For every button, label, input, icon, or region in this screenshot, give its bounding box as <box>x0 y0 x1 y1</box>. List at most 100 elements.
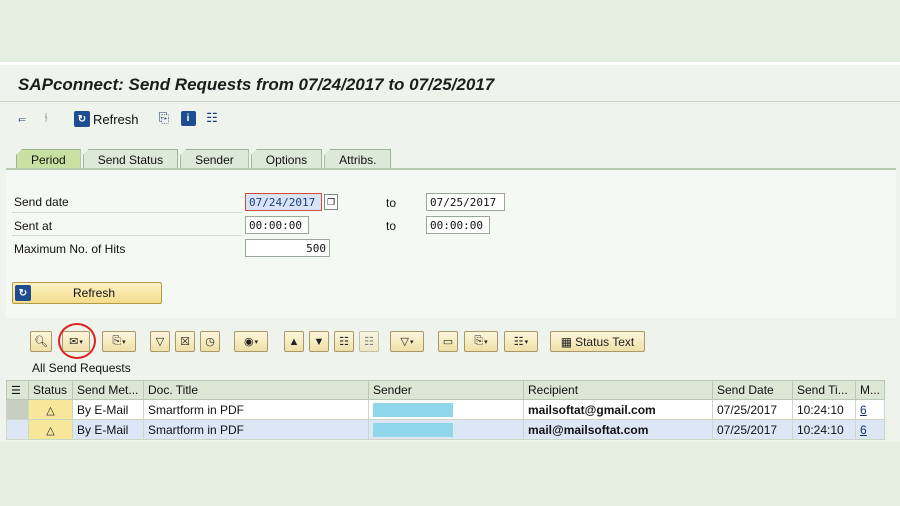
column-header-send-method[interactable]: Send Met... <box>72 380 144 400</box>
sort-descending-button[interactable]: ▼ <box>309 331 329 352</box>
warning-triangle-icon: △ <box>46 404 55 417</box>
to-label: to <box>386 196 397 210</box>
document-button[interactable]: ⎘ ▾ <box>102 331 136 352</box>
m-cell[interactable]: 6 <box>855 399 885 420</box>
tab-strip: Period Send Status Sender Options Attrib… <box>16 149 393 169</box>
doc-title-cell: Smartform in PDF <box>143 419 369 440</box>
collapse-all-icon[interactable]: ⫭ <box>14 110 30 126</box>
dropdown-icon: ▾ <box>254 338 259 346</box>
refresh-list-label: Refresh <box>73 286 116 300</box>
status-text-label: Status Text <box>575 334 635 349</box>
row-divider <box>12 235 242 236</box>
column-header-sender[interactable]: Sender <box>368 380 524 400</box>
find-button[interactable]: ☷ <box>334 331 354 352</box>
trash-icon: ☒ <box>180 336 190 348</box>
status-cell: △ <box>28 399 73 420</box>
copy-icon[interactable]: ⎘ <box>156 110 172 126</box>
select-all-header[interactable]: ☰ <box>6 380 29 400</box>
expand-all-icon[interactable]: ⫮ <box>38 110 54 126</box>
sent-at-from-field[interactable]: 00:00:00 <box>245 216 309 234</box>
set-filter-button[interactable]: ▽ ▾ <box>390 331 424 352</box>
status-cell: △ <box>28 419 73 440</box>
send-method-cell: By E-Mail <box>72 399 144 420</box>
recipient-cell: mail@mailsoftat.com <box>523 419 713 440</box>
max-hits-label: Maximum No. of Hits <box>14 242 126 256</box>
export-icon: ⎘ <box>474 335 484 347</box>
details-button[interactable]: 🔍︎ <box>30 331 52 352</box>
binoculars-icon: ☷ <box>339 336 349 348</box>
send-button[interactable]: ◉ ▾ <box>234 331 268 352</box>
status-text-button[interactable]: ▦ Status Text <box>550 331 645 352</box>
filter-button[interactable]: ▽ <box>150 331 170 352</box>
column-header-send-date[interactable]: Send Date <box>712 380 793 400</box>
sender-cell <box>368 419 524 440</box>
tab-period[interactable]: Period <box>16 149 81 169</box>
sort-ascending-icon: ▲ <box>288 335 300 348</box>
print-preview-icon: ▭ <box>442 336 454 348</box>
layout-button[interactable]: ☷ ▾ <box>504 331 538 352</box>
application-toolbar: ⫭ ⫮ ↻ Refresh ⎘ i ☷ <box>0 104 900 134</box>
layout-icon: ☷ <box>513 336 524 348</box>
sort-descending-icon: ▼ <box>313 335 325 348</box>
page-title: SAPconnect: Send Requests from 07/24/201… <box>18 75 495 94</box>
layout-icon: ☰ <box>11 385 21 397</box>
calendar-help-icon[interactable]: ❐ <box>324 194 338 210</box>
tab-attribs[interactable]: Attribs. <box>324 149 392 169</box>
hierarchy-icon[interactable]: ☷ <box>204 110 220 126</box>
recipient-cell: mailsoftat@gmail.com <box>523 399 713 420</box>
send-time-cell: 10:24:10 <box>792 419 856 440</box>
find-next-button[interactable]: ☷ <box>359 331 379 352</box>
grid-title: All Send Requests <box>32 361 131 375</box>
refresh-list-button[interactable]: ↻ Refresh <box>12 282 162 304</box>
dropdown-icon: ▾ <box>524 338 529 346</box>
refresh-icon: ↻ <box>15 285 31 301</box>
funnel-icon: ▽ <box>400 336 409 348</box>
send-method-cell: By E-Mail <box>72 419 144 440</box>
column-header-recipient[interactable]: Recipient <box>523 380 713 400</box>
refresh-button[interactable]: ↻ Refresh <box>74 109 139 129</box>
redacted-sender <box>373 422 453 437</box>
warning-triangle-icon: △ <box>46 424 55 437</box>
highlight-circle <box>58 323 96 359</box>
max-hits-field[interactable]: 500 <box>245 239 330 257</box>
send-date-label: Send date <box>14 195 69 209</box>
column-header-send-time[interactable]: Send Ti... <box>792 380 856 400</box>
send-date-to-field[interactable]: 07/25/2017 <box>426 193 505 211</box>
send-date-cell: 07/25/2017 <box>712 419 793 440</box>
export-button[interactable]: ⎘ ▾ <box>464 331 498 352</box>
document-icon: ⎘ <box>112 335 122 347</box>
to-label: to <box>386 219 397 233</box>
delete-button[interactable]: ☒ <box>175 331 195 352</box>
sent-at-label: Sent at <box>14 219 53 233</box>
tab-send-status[interactable]: Send Status <box>82 149 179 169</box>
m-cell[interactable]: 6 <box>855 419 885 440</box>
tab-sender[interactable]: Sender <box>180 149 249 169</box>
send-date-from-field[interactable]: 07/24/2017 <box>245 193 322 211</box>
redacted-sender <box>373 402 453 417</box>
send-requests-table: ☰ Status Send Met... Doc. Title Sender R… <box>6 380 885 440</box>
print-preview-button[interactable]: ▭ <box>438 331 458 352</box>
doc-title-cell: Smartform in PDF <box>143 399 369 420</box>
column-header-m[interactable]: M... <box>855 380 885 400</box>
magnifier-icon: 🔍︎ <box>34 336 48 348</box>
sent-at-to-field[interactable]: 00:00:00 <box>426 216 490 234</box>
table-row[interactable]: △ By E-Mail Smartform in PDF mailsoftat@… <box>6 399 885 420</box>
table-row[interactable]: △ By E-Mail Smartform in PDF mail@mailso… <box>6 419 885 440</box>
row-selector[interactable] <box>6 399 29 420</box>
send-date-cell: 07/25/2017 <box>712 399 793 420</box>
divider <box>0 101 900 102</box>
column-header-doc-title[interactable]: Doc. Title <box>143 380 369 400</box>
info-icon[interactable]: i <box>180 110 196 126</box>
row-divider <box>12 212 242 213</box>
sort-ascending-button[interactable]: ▲ <box>284 331 304 352</box>
table-header-row: ☰ Status Send Met... Doc. Title Sender R… <box>6 380 885 400</box>
dropdown-icon: ▾ <box>122 338 126 346</box>
row-selector[interactable] <box>6 419 29 440</box>
sender-cell <box>368 399 524 420</box>
dropdown-icon: ▾ <box>409 338 414 346</box>
send-icon: ◉ <box>243 336 254 348</box>
schedule-button[interactable]: ◷ <box>200 331 220 352</box>
tab-options[interactable]: Options <box>250 149 323 169</box>
column-header-status[interactable]: Status <box>28 380 73 400</box>
refresh-icon: ↻ <box>74 111 90 127</box>
